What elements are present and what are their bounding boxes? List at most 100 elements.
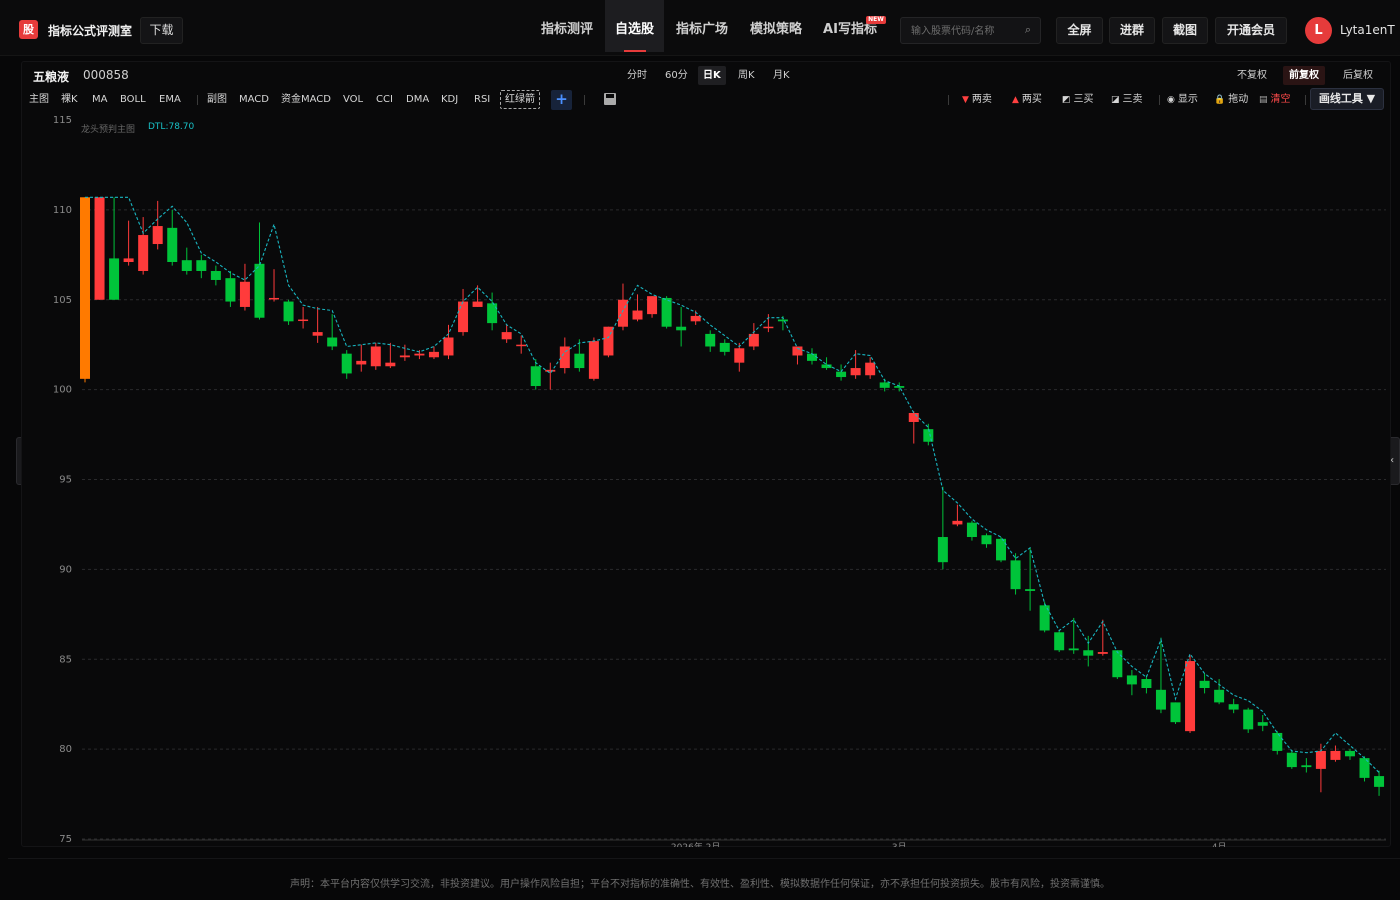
legend-main-indicator: 龙头预判主图 [81,125,136,135]
indicator-fund-macd[interactable]: 资金MACD [281,92,331,108]
username[interactable]: Lyta1enT [1340,23,1395,37]
save-icon[interactable] [604,93,616,105]
tool-two-buy[interactable]: ▲ 两买 [1012,92,1042,108]
lock-icon: 🔒 [1214,95,1226,105]
tool-three-buy[interactable]: ◩ 三买 [1062,92,1094,108]
app-title[interactable]: 指标公式评测室 [48,22,132,39]
candle-body [705,333,716,347]
candle-body [356,360,367,365]
nav-ai-indicator[interactable]: AI写指标 [816,0,884,52]
candle-body [269,297,280,300]
candle-body [879,382,890,388]
indicator-ema[interactable]: EMA [159,92,181,108]
indicator-red-green-arrow[interactable]: 红绿箭 [500,90,540,109]
candle-body [1112,650,1123,678]
x-tick-label: 3月 [892,842,907,847]
candle-body [94,197,105,300]
avatar[interactable]: L [1305,17,1332,44]
tool-drag[interactable]: 🔒 拖动 [1214,92,1248,108]
indicator-cci[interactable]: CCI [376,92,393,108]
candle-body [109,258,120,300]
candle-body [676,326,687,331]
adjust-forward[interactable]: 前复权 [1283,66,1325,85]
adjust-backward[interactable]: 后复权 [1337,66,1379,85]
period-intraday[interactable]: 分时 [622,66,652,85]
candle-body [516,344,527,347]
add-indicator-button[interactable]: + [551,90,572,110]
new-badge: NEW [866,16,886,24]
fullscreen-button[interactable]: 全屏 [1056,17,1103,44]
candle-body [836,371,847,378]
stock-search-input[interactable] [911,22,1016,40]
divider [197,95,198,105]
draw-tools-button[interactable]: 画线工具 ▼ [1310,88,1384,110]
candle-body [661,297,672,327]
candle-body [734,348,745,363]
tool-two-sell[interactable]: ▼ 两卖 [962,92,992,108]
indicator-vol[interactable]: VOL [343,92,363,108]
candle-body [1068,648,1079,651]
candle-body [690,315,701,322]
candle-body [1170,702,1181,723]
candle-body [1315,750,1326,769]
candle-body [850,368,861,376]
candle-body [908,412,919,422]
candle-body [1344,750,1355,757]
adjust-none[interactable]: 不复权 [1231,66,1273,85]
indicator-rsi[interactable]: RSI [474,92,490,108]
candle-body [559,346,570,369]
indicator-main-chart[interactable]: 主图 [29,92,49,108]
indicator-macd[interactable]: MACD [239,92,269,108]
candle-body [952,520,963,525]
candle-body [501,332,512,340]
search-icon[interactable]: ⌕ [1025,23,1031,37]
candle-body [1330,750,1341,760]
screenshot-button[interactable]: 截图 [1162,17,1208,44]
kline-chart[interactable]: 75 80 85 90 95 100 105 110 115 2026年 2月 3月 4月 [22,114,1390,847]
candle-body [966,522,977,538]
tool-clear[interactable]: ▤ 清空 [1259,92,1291,108]
divider [8,858,1400,859]
candle-body [719,342,730,352]
candle-body [283,301,294,322]
period-daily[interactable]: 日K [698,66,726,85]
indicator-bare-k[interactable]: 裸K [61,92,78,108]
nav-watchlist[interactable]: 自选股 [605,0,664,52]
candle-body [167,227,178,263]
candle-body [298,319,309,322]
tool-label: 两买 [1021,94,1042,105]
period-60min[interactable]: 60分 [660,66,693,85]
candle-body [1272,732,1283,751]
tool-three-sell[interactable]: ◪ 三卖 [1111,92,1143,108]
download-button[interactable]: 下载 [140,17,183,44]
nav-simulated-strategy[interactable]: 模拟策略 [742,0,810,52]
tool-label: 清空 [1270,94,1291,105]
indicator-kdj[interactable]: KDJ [441,92,458,108]
candle-body [327,337,338,347]
tool-label: 显示 [1177,94,1198,105]
nav-indicator-plaza[interactable]: 指标广场 [668,0,736,52]
candle-body [1301,765,1312,768]
candle-body [458,301,469,333]
indicator-boll[interactable]: BOLL [120,92,146,108]
candle-body [181,260,192,271]
candle-body [1214,689,1225,703]
app-logo-icon[interactable]: 股 [19,20,38,39]
nav-indicator-review[interactable]: 指标测评 [532,0,602,52]
period-monthly[interactable]: 月K [768,66,795,85]
candle-body [428,351,439,358]
candle-body [923,429,934,442]
candle-body [792,346,803,356]
indicator-ma[interactable]: MA [92,92,107,108]
period-weekly[interactable]: 周K [733,66,760,85]
indicator-dma[interactable]: DMA [406,92,429,108]
candle-body [414,353,425,356]
stock-search-box[interactable]: ⌕ [900,17,1041,44]
candle-body [937,537,948,563]
join-group-button[interactable]: 进群 [1109,17,1155,44]
membership-button[interactable]: 开通会员 [1215,17,1287,44]
y-tick-label: 90 [59,564,72,575]
tool-show[interactable]: ◉ 显示 [1167,92,1198,108]
candle-body [1083,650,1094,656]
indicator-sub-chart[interactable]: 副图 [207,92,227,108]
